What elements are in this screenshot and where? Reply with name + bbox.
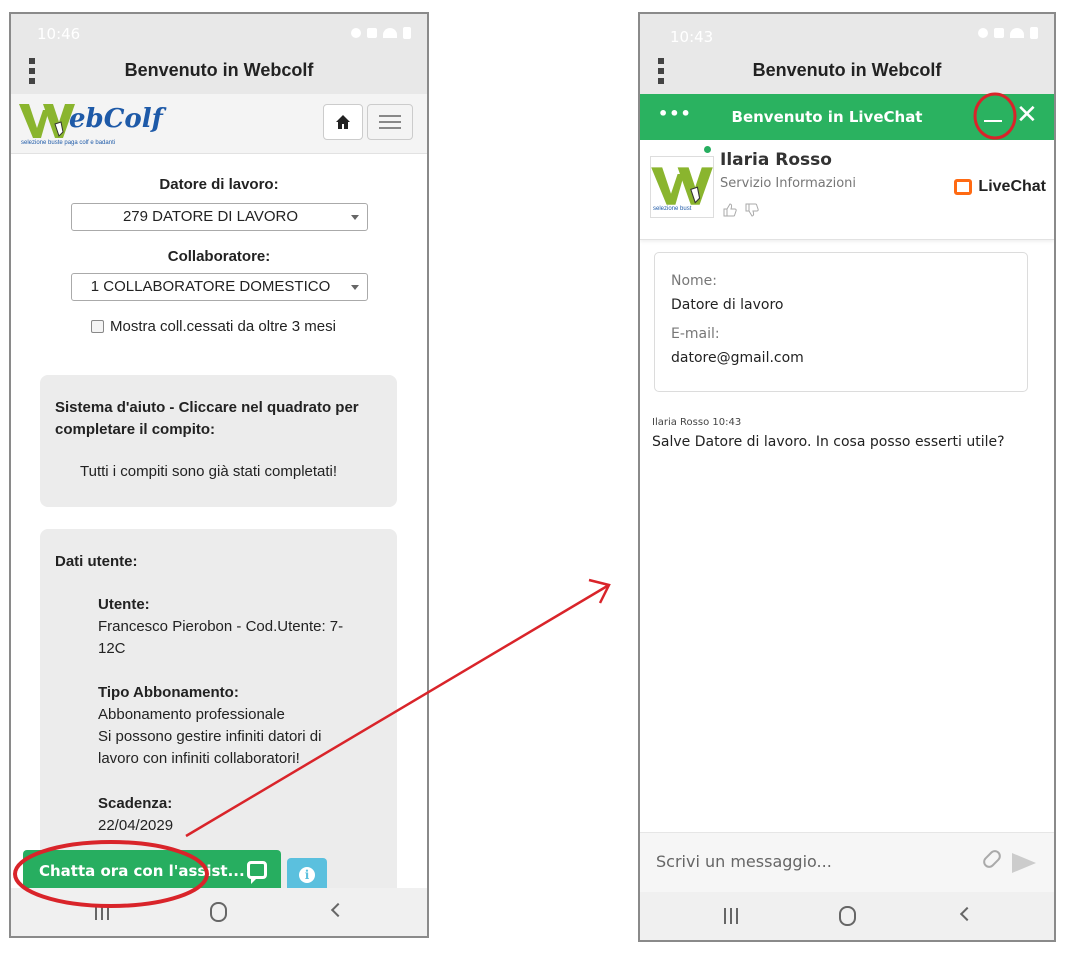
annotation-circle-minimize: [973, 92, 1017, 140]
annotation-circle-chat-button: [13, 840, 209, 908]
annotation-arrow-line: [185, 583, 610, 838]
annotation-overlay: [13, 92, 1017, 908]
